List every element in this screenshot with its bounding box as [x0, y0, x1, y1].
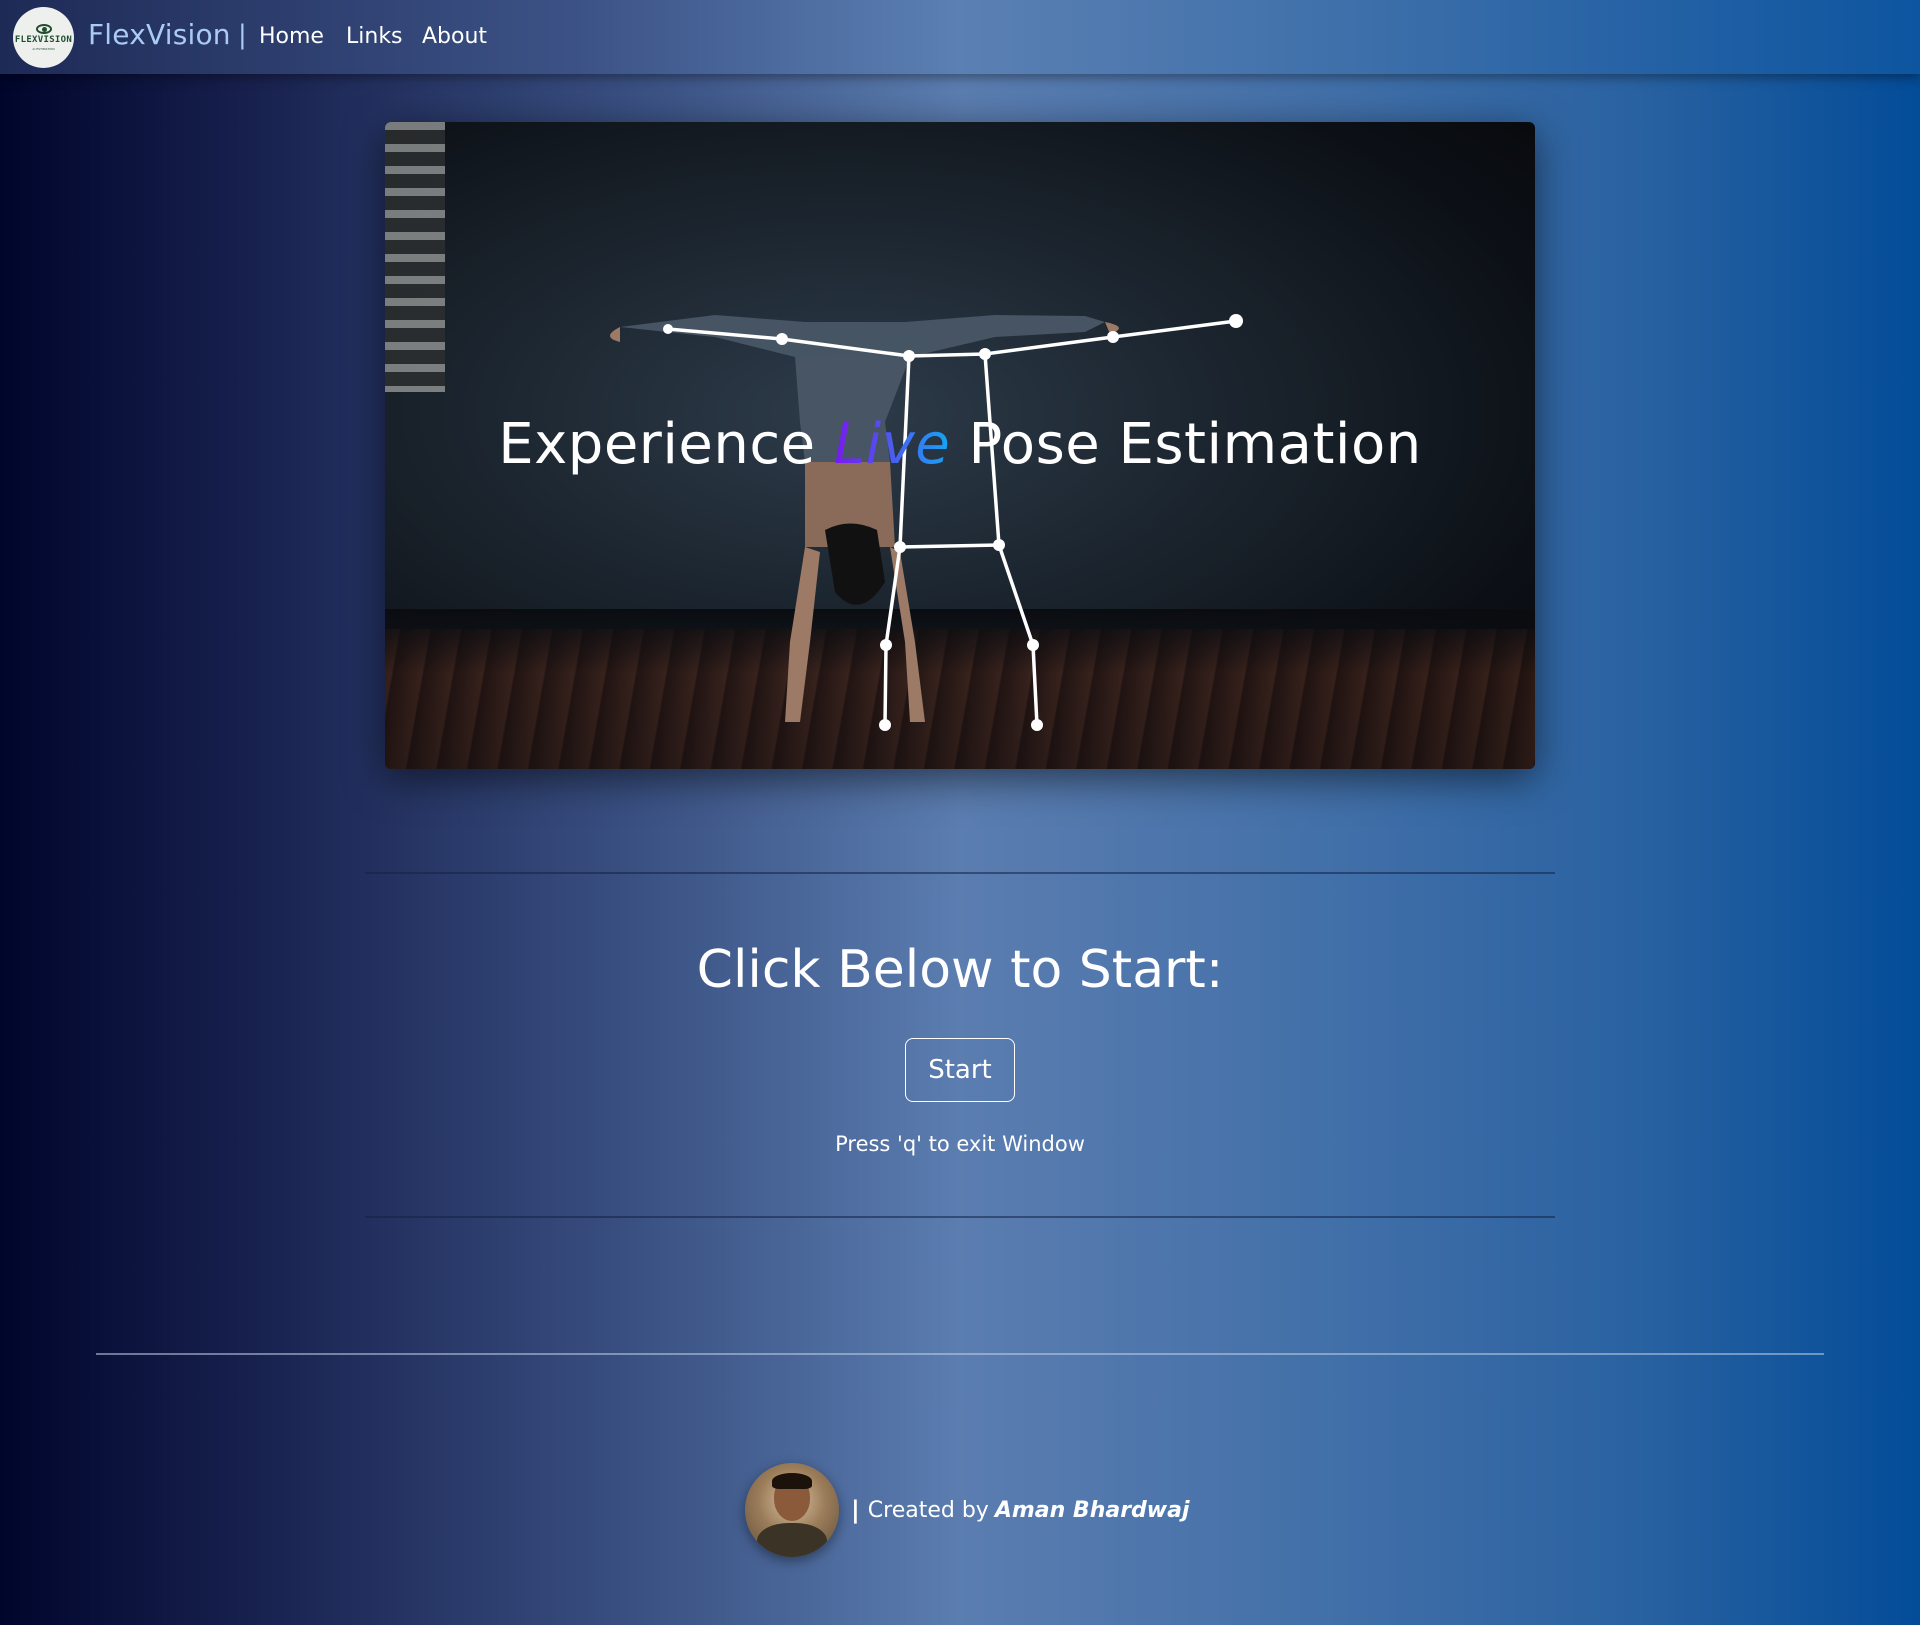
brand-name[interactable]: FlexVision: [88, 18, 231, 51]
footer-author: Aman Bhardwaj: [994, 1497, 1190, 1523]
hero-title-after: Pose Estimation: [950, 412, 1422, 477]
cta-title: Click Below to Start:: [696, 940, 1224, 1000]
start-button[interactable]: Start: [905, 1038, 1015, 1102]
nav-separator: |: [238, 20, 247, 50]
hero-title-highlight: Live: [833, 412, 951, 477]
navbar: FLEXVISION AI ESTIMATION FlexVision | Ho…: [0, 0, 1920, 74]
logo[interactable]: FLEXVISION AI ESTIMATION: [13, 7, 74, 68]
footer-divider: [96, 1353, 1824, 1355]
eye-icon: [35, 24, 52, 34]
footer-separator: |: [851, 1496, 860, 1524]
person-silhouette: [610, 315, 1119, 722]
author-avatar: [745, 1463, 839, 1557]
hero-banner: Experience Live Pose Estimation: [385, 122, 1535, 769]
pose-keypoints: [663, 314, 1243, 731]
hero-title-before: Experience: [498, 412, 834, 477]
hero-title: Experience Live Pose Estimation: [385, 412, 1535, 477]
pose-skeleton: [667, 319, 1237, 726]
logo-text: FLEXVISION: [14, 35, 73, 45]
exit-hint: Press 'q' to exit Window: [835, 1132, 1085, 1156]
footer-created-by: Created by: [867, 1497, 989, 1523]
nav-link-home[interactable]: Home: [259, 24, 324, 49]
nav-link-about[interactable]: About: [422, 24, 487, 49]
divider: [365, 872, 1555, 874]
nav-link-links[interactable]: Links: [346, 24, 403, 49]
divider: [365, 1216, 1555, 1218]
footer: | Created by Aman Bhardwaj: [745, 1463, 1190, 1557]
logo-subtext: AI ESTIMATION: [32, 47, 55, 51]
